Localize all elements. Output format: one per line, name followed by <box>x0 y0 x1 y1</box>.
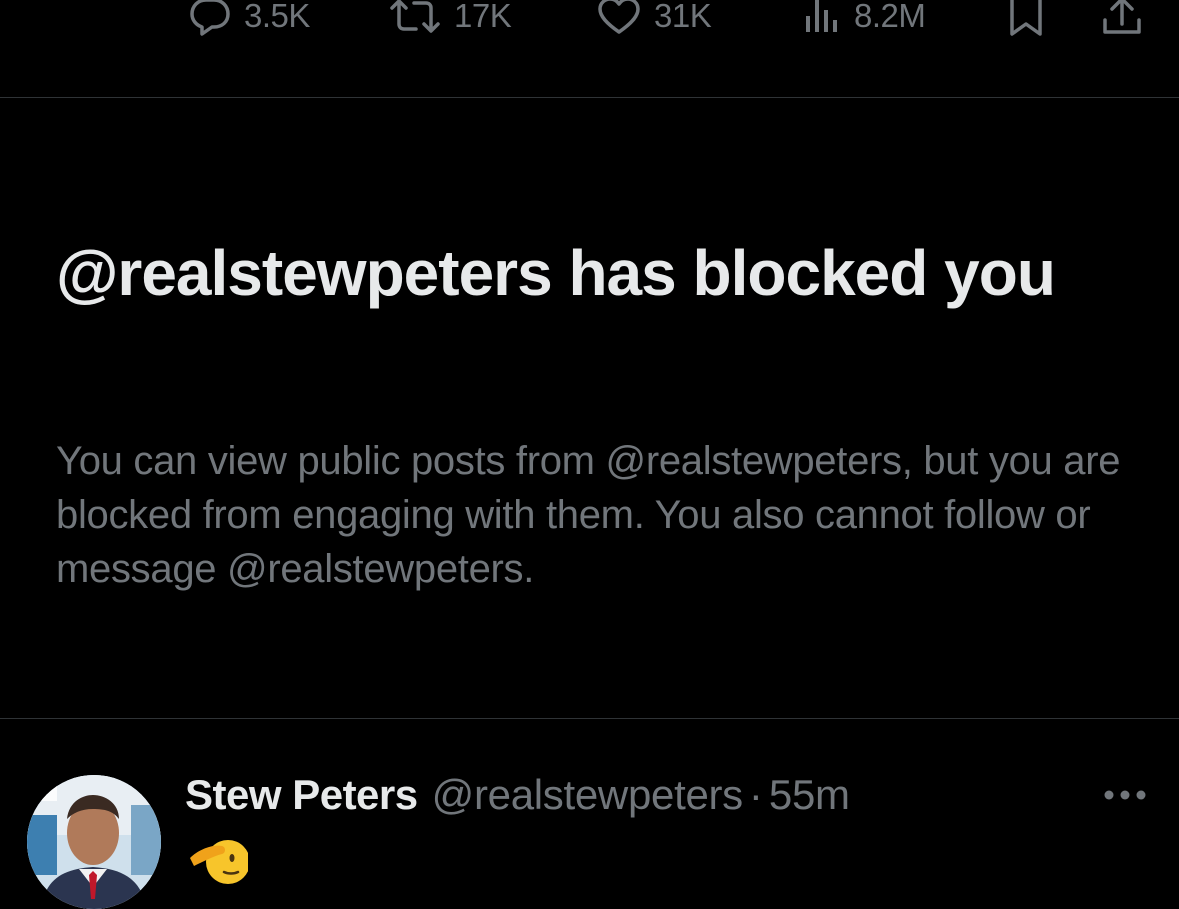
author-name[interactable]: Stew Peters <box>185 771 418 819</box>
reply-count: 3.5K <box>244 0 310 34</box>
avatar-image <box>27 775 161 909</box>
reply-icon <box>190 0 230 36</box>
repost-count: 17K <box>454 0 512 34</box>
bookmark-button[interactable] <box>1006 0 1046 46</box>
blocked-notice-description: You can view public posts from @realstew… <box>56 439 1121 591</box>
avatar[interactable] <box>27 775 161 909</box>
repost-icon <box>390 0 440 33</box>
views-count: 8.2M <box>854 0 926 34</box>
separator-dot: · <box>748 771 763 818</box>
blocked-notice-title: @realstewpeters has blocked you <box>56 237 1056 309</box>
views-icon <box>806 0 837 32</box>
author-handle[interactable]: @realstewpeters <box>432 771 744 819</box>
repost-button[interactable]: 17K <box>388 0 512 46</box>
more-options-icon <box>1104 790 1146 800</box>
views-button[interactable]: 8.2M <box>802 0 926 46</box>
bookmark-icon <box>1010 0 1042 36</box>
tweet-header: Stew Peters @realstewpeters · 55m <box>185 768 850 822</box>
divider <box>0 97 1179 98</box>
saluting-face-emoji <box>188 826 250 886</box>
reply-button[interactable]: 3.5K <box>188 0 310 46</box>
tweet-action-bar: 3.5K 17K 31K 8.2M <box>0 0 1179 46</box>
more-options-button[interactable] <box>1098 780 1152 810</box>
like-button[interactable]: 31K <box>596 0 712 46</box>
divider <box>0 718 1179 719</box>
share-icon <box>1103 0 1141 34</box>
tweet-timestamp[interactable]: 55m <box>769 771 850 819</box>
share-button[interactable] <box>1100 0 1144 46</box>
like-count: 31K <box>654 0 712 34</box>
like-icon <box>598 0 640 34</box>
